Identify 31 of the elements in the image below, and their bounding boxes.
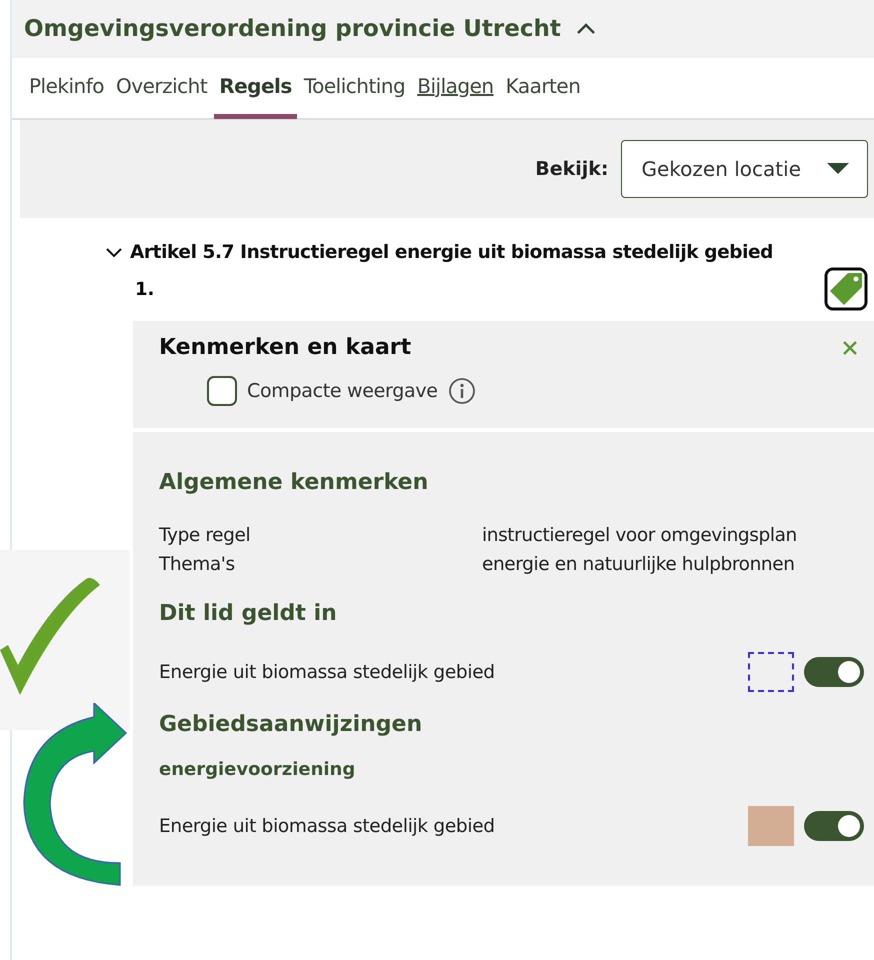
close-icon[interactable] bbox=[842, 340, 858, 356]
chevron-up-icon[interactable] bbox=[574, 22, 597, 36]
layer-label: Energie uit biomassa stedelijk gebied bbox=[159, 816, 496, 836]
chevron-down-icon[interactable] bbox=[106, 248, 122, 258]
location-dropdown[interactable]: Gekozen locatie bbox=[620, 140, 868, 198]
tab[interactable]: Overzicht bbox=[111, 74, 212, 119]
property-label: Type regel bbox=[159, 524, 252, 548]
tab[interactable]: Plekinfo bbox=[24, 74, 110, 119]
member-number: 1. bbox=[135, 278, 154, 300]
info-icon[interactable] bbox=[448, 377, 476, 405]
tab[interactable]: Kaarten bbox=[500, 74, 586, 119]
property-value: energie en natuurlijke hulpbronnen bbox=[482, 553, 796, 577]
property-value: instructieregel voor omgevingsplan bbox=[482, 524, 798, 548]
layer-label: Energie uit biomassa stedelijk gebied bbox=[159, 662, 496, 682]
caret-down-icon bbox=[827, 163, 849, 175]
layer-toggle[interactable] bbox=[804, 811, 864, 841]
property-label: Thema's bbox=[159, 553, 236, 577]
plan-title: Omgevingsverordening provincie Utrecht bbox=[24, 16, 561, 42]
section-title: Dit lid geldt in bbox=[159, 601, 338, 626]
compact-label: Compacte weergave bbox=[247, 380, 438, 402]
layer-toggle[interactable] bbox=[804, 657, 864, 687]
article-title[interactable]: Artikel 5.7 Instructieregel energie uit biomassa stedelijk gebied bbox=[130, 242, 773, 263]
section-title: Gebiedsaanwijzingen bbox=[159, 712, 424, 737]
section-title: Algemene kenmerken bbox=[159, 470, 430, 495]
tab[interactable]: Bijlagen bbox=[412, 74, 499, 119]
group-title: energievoorziening bbox=[159, 759, 356, 780]
panel-title: Kenmerken en kaart bbox=[159, 335, 412, 360]
tab[interactable]: Toelichting bbox=[298, 74, 410, 119]
tag-icon[interactable] bbox=[824, 267, 868, 311]
compact-checkbox[interactable] bbox=[207, 376, 237, 406]
view-label: Bekijk: bbox=[535, 158, 608, 180]
